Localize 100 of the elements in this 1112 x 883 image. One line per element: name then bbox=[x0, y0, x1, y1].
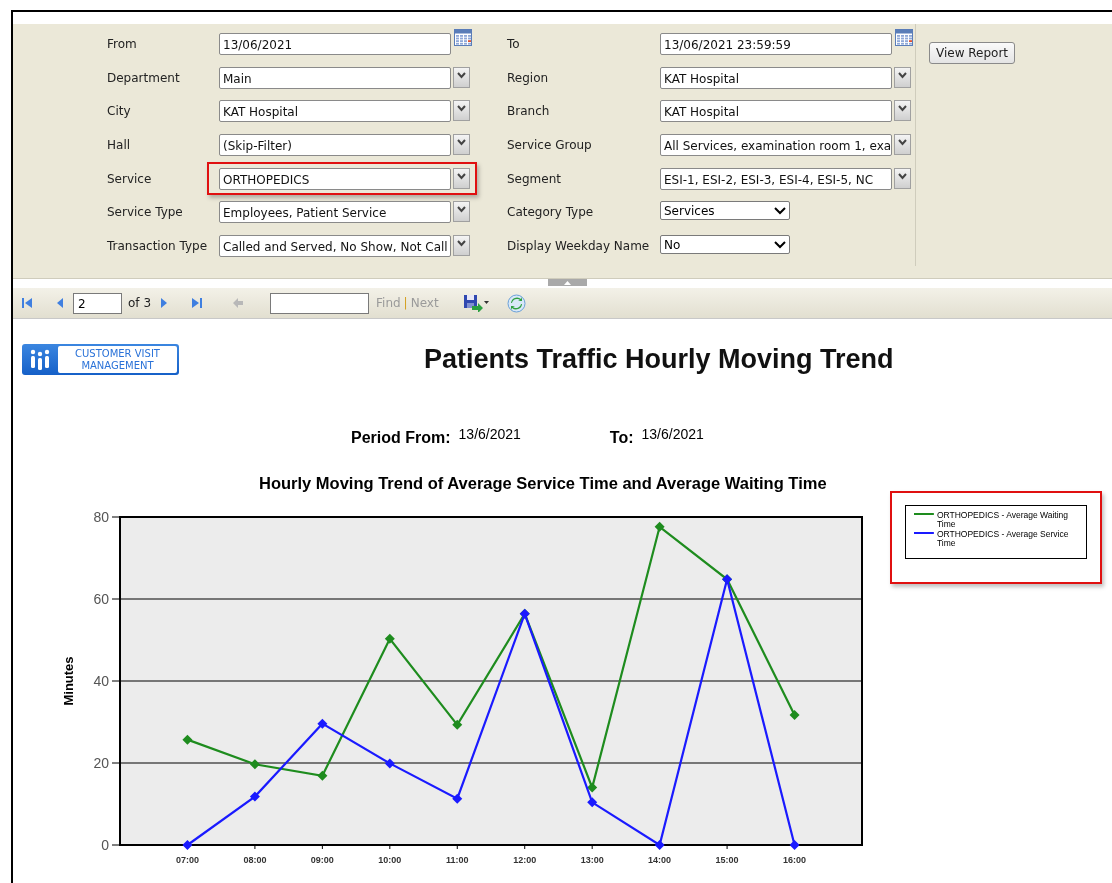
x-tick-label: 09:00 bbox=[310, 855, 334, 865]
legend-label: ORTHOPEDICS - Average Waiting Time bbox=[936, 511, 1070, 529]
x-tick-label: 14:00 bbox=[648, 855, 672, 865]
y-tick-label: 20 bbox=[93, 755, 109, 771]
y-tick-label: 80 bbox=[93, 509, 109, 525]
field-label: Service Type bbox=[107, 204, 184, 220]
field-label: Transaction Type bbox=[107, 238, 209, 254]
period-to-value: 13/6/2021 bbox=[641, 426, 704, 442]
field-label: Service Group bbox=[507, 137, 593, 153]
find-field[interactable] bbox=[270, 292, 369, 314]
select-field[interactable]: Services bbox=[660, 201, 790, 221]
x-tick-label: 08:00 bbox=[243, 855, 267, 865]
field-label: From bbox=[107, 36, 138, 51]
y-tick-label: 60 bbox=[93, 591, 109, 607]
dropdown-field[interactable]: Called and Served, No Show, Not Call bbox=[219, 235, 451, 258]
data-point bbox=[654, 521, 665, 532]
dropdown-button[interactable] bbox=[453, 167, 470, 189]
period-from-value: 13/6/2021 bbox=[458, 426, 521, 442]
dropdown-field[interactable]: ESI-1, ESI-2, ESI-3, ESI-4, ESI-5, NC bbox=[660, 167, 892, 190]
last-page-icon[interactable] bbox=[190, 296, 203, 310]
chevron-down-icon bbox=[457, 240, 466, 248]
data-point bbox=[789, 710, 800, 721]
page-count: of 3 bbox=[128, 296, 151, 310]
chevron-down-icon bbox=[457, 172, 466, 180]
dropdown-field[interactable]: Employees, Patient Service bbox=[219, 201, 451, 224]
dropdown-field[interactable]: KAT Hospital bbox=[660, 100, 892, 123]
chevron-down-icon bbox=[774, 240, 786, 249]
period-from-label: Period From: bbox=[351, 428, 451, 447]
data-point bbox=[249, 791, 260, 802]
chevron-down-icon bbox=[457, 139, 466, 147]
dropdown-button[interactable] bbox=[894, 134, 911, 156]
data-point bbox=[384, 633, 395, 644]
data-point bbox=[317, 718, 328, 729]
refresh-icon[interactable] bbox=[506, 293, 526, 313]
x-tick-label: 07:00 bbox=[175, 855, 199, 865]
calendar-icon[interactable] bbox=[895, 29, 913, 46]
chevron-down-icon bbox=[457, 105, 466, 113]
chevron-down-icon bbox=[898, 71, 907, 79]
dropdown-field[interactable]: ORTHOPEDICS bbox=[219, 167, 451, 190]
dropdown-button[interactable] bbox=[894, 66, 911, 88]
calendar-icon[interactable] bbox=[454, 29, 472, 46]
view-report-button[interactable]: View Report bbox=[929, 42, 1016, 64]
first-page-icon[interactable] bbox=[21, 296, 34, 310]
x-tick-label: 13:00 bbox=[580, 855, 604, 865]
x-tick-label: 12:00 bbox=[513, 855, 537, 865]
field-label: Category Type bbox=[507, 204, 595, 220]
field-label: Department bbox=[107, 69, 181, 85]
x-tick-label: 16:00 bbox=[783, 855, 807, 865]
dropdown-button[interactable] bbox=[453, 235, 470, 257]
legend-label: ORTHOPEDICS - Average Service Time bbox=[936, 530, 1070, 548]
field-label: Region bbox=[507, 69, 550, 85]
chevron-down-icon bbox=[898, 139, 907, 147]
logo-text: MANAGEMENT bbox=[81, 359, 154, 372]
dropdown-field[interactable]: All Services, examination room 1, exa bbox=[660, 134, 892, 157]
field-label: Segment bbox=[507, 170, 562, 186]
dropdown-field[interactable]: Main bbox=[219, 66, 451, 89]
chevron-down-icon bbox=[774, 206, 786, 215]
data-point bbox=[789, 840, 800, 850]
data-point bbox=[249, 759, 260, 770]
select-field[interactable]: No bbox=[660, 235, 790, 255]
dropdown-button[interactable] bbox=[453, 100, 470, 122]
dropdown-field[interactable]: KAT Hospital bbox=[660, 66, 892, 89]
data-point bbox=[182, 734, 193, 745]
date-field[interactable]: 13/06/2021 23:59:59 bbox=[660, 33, 892, 55]
collapse-handle[interactable] bbox=[548, 279, 587, 286]
save-icon[interactable] bbox=[462, 294, 489, 312]
field-label: Display Weekday Name bbox=[507, 238, 651, 254]
dropdown-button[interactable] bbox=[894, 100, 911, 122]
data-point bbox=[452, 793, 463, 804]
dropdown-button[interactable] bbox=[453, 66, 470, 88]
x-tick-label: 10:00 bbox=[378, 855, 402, 865]
period-to-label: To: bbox=[609, 428, 634, 447]
y-tick-label: 40 bbox=[93, 673, 109, 689]
data-point bbox=[317, 770, 328, 781]
chevron-down-icon bbox=[898, 172, 907, 180]
field-label: To bbox=[507, 36, 521, 51]
field-label: City bbox=[107, 103, 132, 119]
field-label: Branch bbox=[507, 103, 551, 119]
x-tick-label: 11:00 bbox=[446, 855, 469, 865]
field-label: Service bbox=[107, 170, 153, 186]
separator-text: | bbox=[403, 296, 408, 310]
dropdown-button[interactable] bbox=[453, 201, 470, 223]
y-tick-label: 0 bbox=[101, 837, 109, 853]
chart-title: Hourly Moving Trend of Average Service Time and Average Waiting Time bbox=[259, 474, 828, 493]
dropdown-button[interactable] bbox=[894, 167, 911, 189]
chevron-down-icon bbox=[898, 105, 907, 113]
dropdown-field[interactable]: (Skip-Filter) bbox=[219, 134, 451, 157]
dropdown-field[interactable]: KAT Hospital bbox=[219, 100, 451, 123]
y-axis-title: Minutes bbox=[61, 656, 76, 706]
data-point bbox=[587, 797, 598, 808]
data-point bbox=[182, 840, 193, 850]
dropdown-button[interactable] bbox=[453, 134, 470, 156]
logo-text: CUSTOMER VISIT bbox=[75, 347, 160, 360]
date-field[interactable]: 13/06/2021 bbox=[219, 33, 451, 55]
chevron-down-icon bbox=[457, 206, 466, 214]
data-point bbox=[654, 840, 665, 850]
data-point bbox=[384, 758, 395, 769]
page-number-field[interactable]: 2 bbox=[73, 292, 122, 314]
chevron-down-icon bbox=[457, 71, 466, 79]
data-point bbox=[452, 719, 463, 730]
